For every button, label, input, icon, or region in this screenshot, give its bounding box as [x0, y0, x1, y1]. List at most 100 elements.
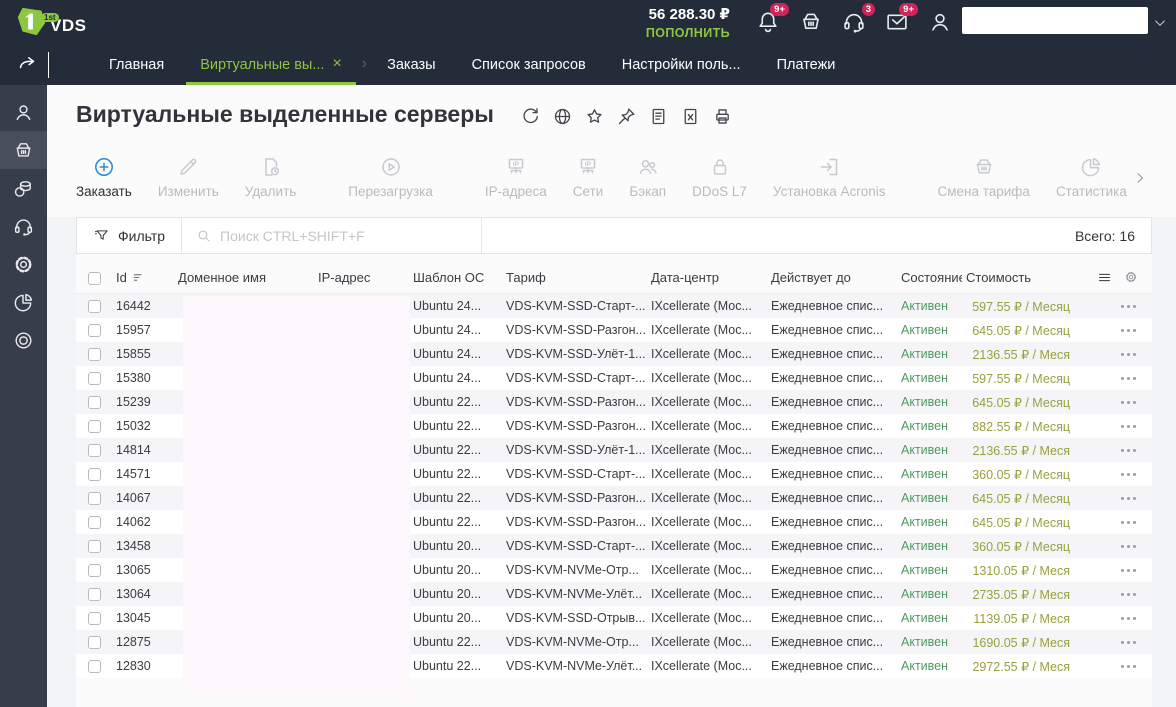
column-header-os[interactable]: Шаблон ОС: [409, 270, 502, 285]
cell-tariff: VDS-KVM-NVMe-Отр...: [506, 563, 639, 577]
tab[interactable]: Платежи: [759, 44, 854, 85]
cell-state: Активен: [901, 299, 949, 313]
row-checkbox[interactable]: [88, 420, 101, 434]
ip-icon: [576, 155, 600, 179]
sidebar-item-monitoring[interactable]: [0, 321, 47, 359]
sidebar-item-support[interactable]: [0, 207, 47, 245]
cell-state: Активен: [901, 659, 949, 673]
row-actions-menu[interactable]: [1119, 637, 1138, 648]
basket-icon: [12, 139, 35, 162]
row-checkbox[interactable]: [88, 468, 101, 482]
sidebar-item-finance[interactable]: [0, 169, 47, 207]
tab[interactable]: Список запросов: [454, 44, 604, 85]
user-icon: [12, 101, 35, 124]
row-actions-menu[interactable]: [1119, 301, 1138, 312]
profile-button[interactable]: [927, 9, 953, 35]
cell-cost: 1310.05 ₽ / Меся: [972, 563, 1070, 578]
account-chevron-down-icon[interactable]: [1152, 15, 1168, 31]
cell-cost: 645.05 ₽ / Месяц: [972, 395, 1070, 410]
sidebar: [0, 85, 47, 707]
row-actions-menu[interactable]: [1119, 541, 1138, 552]
row-checkbox[interactable]: [88, 372, 101, 386]
cart-button[interactable]: [798, 9, 824, 35]
tab[interactable]: Настройки поль...: [604, 44, 759, 85]
cell-valid-until: Ежедневное спис...: [771, 467, 884, 481]
row-actions-menu[interactable]: [1119, 469, 1138, 480]
pie-chart-icon: [12, 291, 35, 314]
row-checkbox[interactable]: [88, 612, 101, 626]
star-icon[interactable]: [584, 106, 605, 127]
print-icon[interactable]: [712, 106, 733, 127]
redacted-account-name[interactable]: [962, 7, 1148, 34]
tab-close-icon[interactable]: ×: [332, 55, 341, 72]
topup-button[interactable]: ПОПОЛНИТЬ: [590, 26, 730, 40]
toolbar-scroll-right-icon[interactable]: [1132, 170, 1148, 186]
notifications-button[interactable]: 9+: [755, 3, 789, 35]
row-checkbox[interactable]: [88, 348, 101, 362]
tab[interactable]: Главная: [91, 44, 182, 85]
cell-cost: 645.05 ₽ / Месяц: [972, 323, 1070, 338]
row-actions-menu[interactable]: [1119, 445, 1138, 456]
globe-icon[interactable]: [552, 106, 573, 127]
columns-menu-icon[interactable]: [1097, 270, 1112, 285]
toolbar-button[interactable]: Заказать: [76, 149, 132, 199]
search-input[interactable]: [220, 227, 451, 244]
logo-leaf-icon: [14, 5, 48, 39]
row-actions-menu[interactable]: [1119, 349, 1138, 360]
mail-button[interactable]: 9+: [884, 3, 918, 35]
cell-state: Активен: [901, 347, 949, 361]
row-checkbox[interactable]: [88, 636, 101, 650]
sidebar-item-settings[interactable]: [0, 245, 47, 283]
row-checkbox[interactable]: [88, 396, 101, 410]
cell-os: Ubuntu 22...: [413, 395, 482, 409]
sidebar-item-products[interactable]: [0, 131, 47, 169]
row-actions-menu[interactable]: [1119, 517, 1138, 528]
table-settings-icon[interactable]: [1124, 270, 1138, 284]
column-header-state[interactable]: Состояние: [897, 270, 962, 285]
row-checkbox[interactable]: [88, 660, 101, 674]
tab[interactable]: Виртуальные вы... ×: [182, 44, 360, 85]
row-actions-menu[interactable]: [1119, 373, 1138, 384]
row-checkbox[interactable]: [88, 324, 101, 338]
row-checkbox[interactable]: [88, 540, 101, 554]
column-header-cost[interactable]: Стоимость: [962, 270, 1074, 285]
pin-icon[interactable]: [616, 106, 637, 127]
user-icon: [927, 9, 953, 35]
column-header-datacenter[interactable]: Дата-центр: [647, 270, 767, 285]
row-actions-menu[interactable]: [1119, 397, 1138, 408]
row-actions-menu[interactable]: [1119, 565, 1138, 576]
row-checkbox[interactable]: [88, 588, 101, 602]
column-header-ip[interactable]: IP-адрес: [314, 270, 409, 285]
collapse-menu-arrow-icon[interactable]: [16, 52, 40, 76]
brand-logo[interactable]: 1st VDS: [14, 5, 86, 39]
left-gutter: [47, 217, 76, 707]
row-actions-menu[interactable]: [1119, 661, 1138, 672]
column-header-domain[interactable]: Доменное имя: [174, 270, 314, 285]
select-all-checkbox[interactable]: [88, 271, 101, 285]
row-actions-menu[interactable]: [1119, 325, 1138, 336]
filter-button[interactable]: Фильтр: [77, 218, 183, 253]
refresh-icon[interactable]: [520, 106, 541, 127]
excel-export-icon[interactable]: [680, 106, 701, 127]
support-button[interactable]: 3: [841, 3, 875, 35]
row-checkbox[interactable]: [88, 492, 101, 506]
tab[interactable]: Заказы: [369, 44, 453, 85]
cell-os: Ubuntu 24...: [413, 347, 482, 361]
row-actions-menu[interactable]: [1119, 613, 1138, 624]
row-checkbox[interactable]: [88, 516, 101, 530]
row-actions-menu[interactable]: [1119, 493, 1138, 504]
document-list-icon[interactable]: [648, 106, 669, 127]
table-header: Id Доменное имя IP-адрес Шаблон ОС Тариф…: [76, 261, 1152, 294]
column-header-valid-until[interactable]: Действует до: [767, 270, 897, 285]
row-checkbox[interactable]: [88, 564, 101, 578]
row-checkbox[interactable]: [88, 300, 101, 314]
row-checkbox[interactable]: [88, 444, 101, 458]
sidebar-item-statistics[interactable]: [0, 283, 47, 321]
column-header-tariff[interactable]: Тариф: [502, 270, 647, 285]
cell-id: 13064: [116, 587, 151, 601]
sidebar-item-clients[interactable]: [0, 93, 47, 131]
row-actions-menu[interactable]: [1119, 421, 1138, 432]
sort-icon[interactable]: [132, 271, 145, 284]
row-actions-menu[interactable]: [1119, 589, 1138, 600]
cell-cost: 360.05 ₽ / Месяц: [972, 467, 1070, 482]
